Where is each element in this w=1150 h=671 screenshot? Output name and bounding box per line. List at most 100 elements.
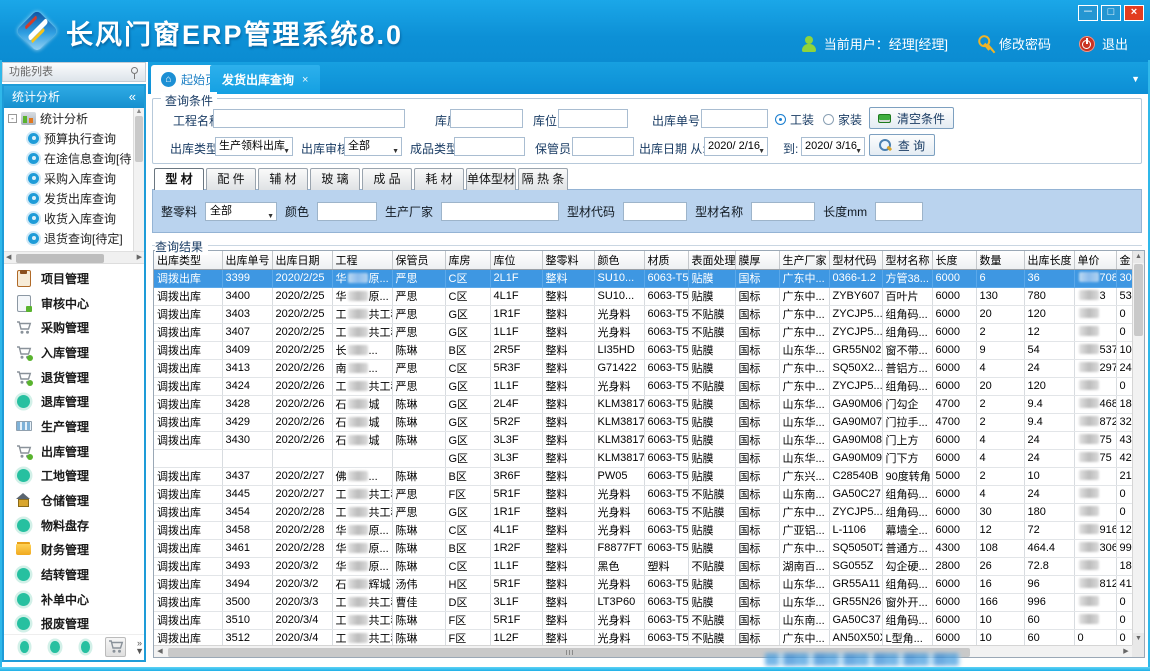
table-row[interactable]: 调拨出库35122020/3/4工共工程陈琳F区1L2F整料光身料6063-T5… xyxy=(154,629,1132,645)
table-row[interactable]: 调拨出库35102020/3/4工共工程陈琳F区5R1F整料光身料6063-T5… xyxy=(154,611,1132,629)
column-header-长度[interactable]: 长度 xyxy=(932,251,976,269)
pin-icon[interactable] xyxy=(131,67,138,74)
table-row[interactable]: 调拨出库34032020/2/25工共工程严思G区1R1F整料光身料6063-T… xyxy=(154,305,1132,323)
quick-dot-icon[interactable] xyxy=(81,641,90,653)
outbound-audit-select[interactable]: 全部▼ xyxy=(344,137,402,156)
column-header-金[interactable]: 金 xyxy=(1116,251,1132,269)
maximize-button[interactable]: □ xyxy=(1101,5,1121,21)
material-tab-耗材[interactable]: 耗 材 xyxy=(414,168,464,190)
date-from-select[interactable]: 2020/ 2/16▼ xyxy=(704,137,768,156)
sidebar-item-补单中心[interactable]: 补单中心 xyxy=(4,587,144,612)
column-header-数量[interactable]: 数量 xyxy=(976,251,1024,269)
column-header-型材代码[interactable]: 型材代码 xyxy=(829,251,882,269)
date-to-select[interactable]: 2020/ 3/16▼ xyxy=(801,137,865,156)
tab-close-icon[interactable]: × xyxy=(302,74,308,86)
column-header-出库日期[interactable]: 出库日期 xyxy=(272,251,332,269)
sidebar-item-出库管理[interactable]: 出库管理 xyxy=(4,439,144,464)
table-row[interactable]: 调拨出库34942020/3/2石辉城汤伟H区5R1F整料光身料6063-T5贴… xyxy=(154,575,1132,593)
table-row[interactable]: 调拨出库34452020/2/27工共工程严思F区5R1F整料光身料6063-T… xyxy=(154,485,1132,503)
sidebar-item-生产管理[interactable]: 生产管理 xyxy=(4,414,144,439)
tree-item-在途信息查询[待[interactable]: 在途信息查询[待 xyxy=(4,148,144,168)
tree-item-发货出库查询[interactable]: 发货出库查询 xyxy=(4,188,144,208)
radio-gongzhuang[interactable]: 工装 xyxy=(775,111,814,128)
table-row[interactable]: 调拨出库34002020/2/25华原...严思C区4L1F整料SU10...6… xyxy=(154,287,1132,305)
table-row[interactable]: 调拨出库34282020/2/26石城陈琳G区2L4F整料KLM38176063… xyxy=(154,395,1132,413)
table-row[interactable]: 调拨出库34072020/2/25工共工程严思G区1L1F整料光身料6063-T… xyxy=(154,323,1132,341)
table-row[interactable]: 调拨出库34132020/2/26南...严思C区5R3F整料G71422606… xyxy=(154,359,1132,377)
close-button[interactable]: × xyxy=(1124,5,1144,21)
clear-conditions-button[interactable]: 清空条件 xyxy=(869,107,954,129)
sidebar-item-项目管理[interactable]: 项目管理 xyxy=(4,266,144,291)
change-password-link[interactable]: 修改密码 xyxy=(999,34,1051,53)
column-header-出库长度[interactable]: 出库长度 xyxy=(1024,251,1074,269)
sidebar-item-入库管理[interactable]: 入库管理 xyxy=(4,340,144,365)
project-name-input[interactable] xyxy=(213,109,405,128)
table-row[interactable]: 调拨出库34292020/2/26石城陈琳G区5R2F整料KLM38176063… xyxy=(154,413,1132,431)
table-row[interactable]: 调拨出库33992020/2/25华原...严思C区2L1F整料SU10...6… xyxy=(154,269,1132,287)
material-tab-单体型材[interactable]: 单体型材 xyxy=(466,168,516,190)
tree-item-预算执行查询[interactable]: 预算执行查询 xyxy=(4,128,144,148)
sidebar-item-工地管理[interactable]: 工地管理 xyxy=(4,463,144,488)
column-header-膜厚[interactable]: 膜厚 xyxy=(735,251,779,269)
table-row[interactable]: 调拨出库34612020/2/28华原...陈琳B区1R2F整料F8877FT6… xyxy=(154,539,1132,557)
color-input[interactable] xyxy=(317,202,377,221)
material-tab-玻璃[interactable]: 玻 璃 xyxy=(310,168,360,190)
sidebar-item-物料盘存[interactable]: 物料盘存 xyxy=(4,513,144,538)
column-header-出库单号[interactable]: 出库单号 xyxy=(222,251,272,269)
material-tab-型材[interactable]: 型 材 xyxy=(154,168,204,190)
column-header-工程[interactable]: 工程 xyxy=(332,251,392,269)
table-row[interactable]: 调拨出库34932020/3/2华原...陈琳C区1L1F整料黑色塑料不贴膜国标… xyxy=(154,557,1132,575)
sidebar-item-退货管理[interactable]: 退货管理 xyxy=(4,365,144,390)
order-no-input[interactable] xyxy=(701,109,768,128)
profile-name-input[interactable] xyxy=(751,202,815,221)
table-horizontal-scrollbar[interactable]: ◀▶ xyxy=(154,645,1132,657)
overflow-chevron[interactable]: » ▼ xyxy=(135,639,144,655)
column-header-颜色[interactable]: 颜色 xyxy=(594,251,644,269)
tab-overflow-icon[interactable]: ▼ xyxy=(1131,74,1140,84)
stats-group-header[interactable]: 统计分析 « xyxy=(4,86,144,108)
warehouse-input[interactable] xyxy=(450,109,523,128)
material-tab-辅材[interactable]: 辅 材 xyxy=(258,168,308,190)
length-input[interactable] xyxy=(875,202,923,221)
column-header-整零料[interactable]: 整零料 xyxy=(542,251,594,269)
table-row[interactable]: 调拨出库35002020/3/3工共工程曹佳D区3L1F整料LT3P606063… xyxy=(154,593,1132,611)
table-row[interactable]: 调拨出库34092020/2/25长...陈琳B区2R5F整料LI35HD606… xyxy=(154,341,1132,359)
radio-jiazhuang[interactable]: 家装 xyxy=(823,111,862,128)
keeper-input[interactable] xyxy=(572,137,634,156)
tree-root[interactable]: - 统计分析 xyxy=(4,108,144,128)
tree-item-收货入库查询[interactable]: 收货入库查询 xyxy=(4,208,144,228)
quick-dot-icon[interactable] xyxy=(50,641,59,653)
whole-piece-select[interactable]: 全部▼ xyxy=(205,202,277,221)
column-header-生产厂家[interactable]: 生产厂家 xyxy=(779,251,829,269)
tree-item-采购入库查询[interactable]: 采购入库查询 xyxy=(4,168,144,188)
column-header-库位[interactable]: 库位 xyxy=(490,251,542,269)
tree-item-退货查询[待定][interactable]: 退货查询[待定] xyxy=(4,228,144,248)
column-header-型材名称[interactable]: 型材名称 xyxy=(882,251,932,269)
table-row[interactable]: G区3L3F整料KLM38176063-T5贴膜国标山东华...GA90M09.… xyxy=(154,449,1132,467)
quick-dot-icon[interactable] xyxy=(20,641,29,653)
minimize-button[interactable]: － xyxy=(1078,5,1098,21)
manufacturer-input[interactable] xyxy=(441,202,559,221)
sidebar-item-采购管理[interactable]: 采购管理 xyxy=(4,315,144,340)
search-button[interactable]: 查 询 xyxy=(869,134,935,156)
table-row[interactable]: 调拨出库34542020/2/28工共工程严思G区1R1F整料光身料6063-T… xyxy=(154,503,1132,521)
cart-quick-button[interactable] xyxy=(105,637,126,657)
table-vertical-scrollbar[interactable]: ▲▼ xyxy=(1132,251,1144,645)
column-header-库房[interactable]: 库房 xyxy=(445,251,490,269)
tab-shipment-query[interactable]: 发货出库查询 × xyxy=(210,65,320,94)
tree-vertical-scrollbar[interactable]: ▲ xyxy=(133,108,144,252)
material-tab-隔热条[interactable]: 隔 热 条 xyxy=(518,168,568,190)
tree-expander-icon[interactable]: - xyxy=(8,114,17,123)
column-header-材质[interactable]: 材质 xyxy=(644,251,688,269)
table-row[interactable]: 调拨出库34302020/2/26石城陈琳G区3L3F整料KLM38176063… xyxy=(154,431,1132,449)
tree-horizontal-scrollbar[interactable]: ◀▶ xyxy=(4,252,144,264)
material-tab-成品[interactable]: 成 品 xyxy=(362,168,412,190)
column-header-单价[interactable]: 单价 xyxy=(1074,251,1116,269)
collapse-icon[interactable]: « xyxy=(129,86,136,108)
sidebar-item-财务管理[interactable]: 财务管理 xyxy=(4,537,144,562)
location-input[interactable] xyxy=(558,109,628,128)
sidebar-item-结转管理[interactable]: 结转管理 xyxy=(4,562,144,587)
table-row[interactable]: 调拨出库34242020/2/26工共工程严思G区1L1F整料光身料6063-T… xyxy=(154,377,1132,395)
column-header-表面处理[interactable]: 表面处理 xyxy=(688,251,735,269)
table-row[interactable]: 调拨出库34372020/2/27佛...陈琳B区3R6F整料PW056063-… xyxy=(154,467,1132,485)
